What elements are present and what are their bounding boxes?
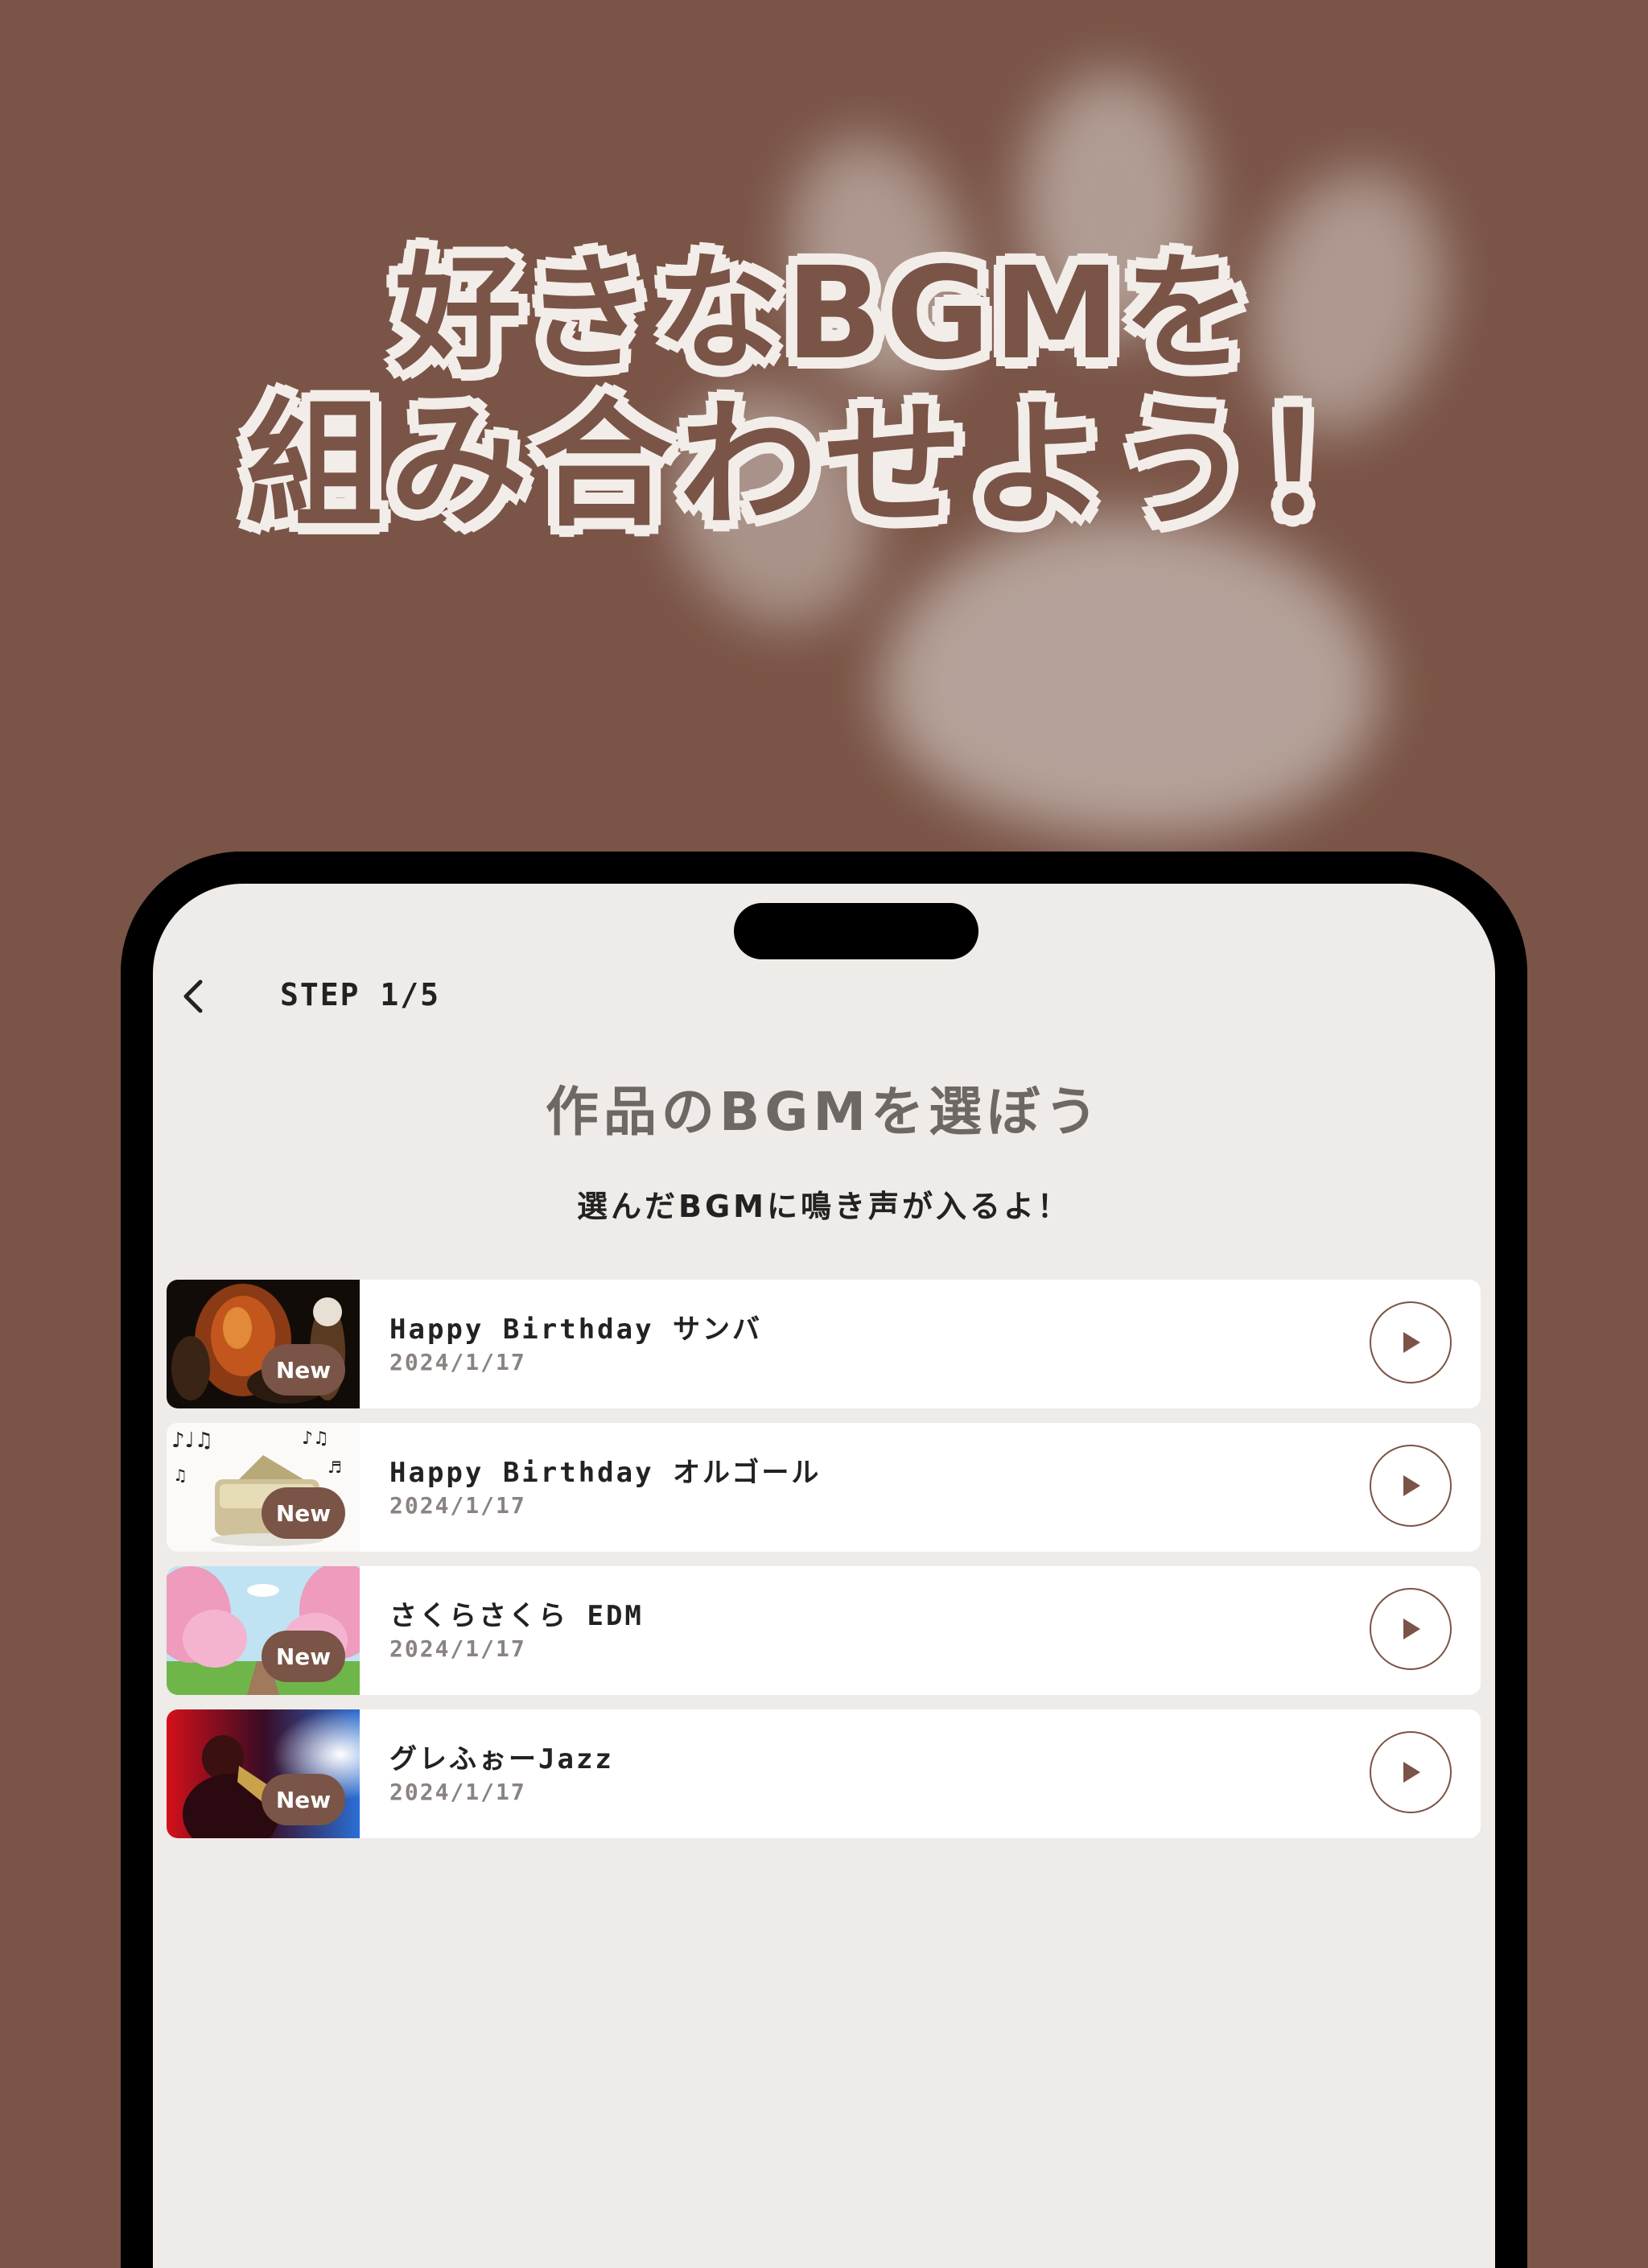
paw-pad xyxy=(881,515,1380,837)
promo-headline: 好きなBGMを 組み合わせよう！ xyxy=(0,241,1648,544)
play-icon xyxy=(1403,1619,1420,1639)
bgm-date: 2024/1/17 xyxy=(389,1492,526,1519)
dynamic-island xyxy=(734,903,978,959)
play-button[interactable] xyxy=(1370,1731,1452,1813)
bgm-list-item[interactable]: New さくらさくら EDM 2024/1/17 xyxy=(167,1566,1481,1695)
headline-line-1: 好きなBGMを xyxy=(394,240,1254,388)
play-button[interactable] xyxy=(1370,1588,1452,1670)
bgm-date: 2024/1/17 xyxy=(389,1779,526,1805)
svg-text:♪♫: ♪♫ xyxy=(302,1429,329,1449)
bgm-list-item[interactable]: New グレふぉーJazz 2024/1/17 xyxy=(167,1709,1481,1838)
bgm-list-item[interactable]: ♪♩♫ ♪♫ ♫ ♬ New Happy Birthday オルゴール 2024… xyxy=(167,1423,1481,1552)
bgm-date: 2024/1/17 xyxy=(389,1349,526,1375)
page-subtitle: 選んだBGMに鳴き声が入るよ！ xyxy=(577,1189,1071,1224)
play-button[interactable] xyxy=(1370,1301,1452,1383)
play-icon xyxy=(1403,1475,1420,1496)
bgm-date: 2024/1/17 xyxy=(389,1635,526,1662)
chevron-left-icon xyxy=(183,979,203,1013)
svg-text:♫: ♫ xyxy=(173,1466,187,1485)
play-icon xyxy=(1403,1762,1420,1783)
new-badge: New xyxy=(262,1487,345,1539)
play-icon xyxy=(1403,1332,1420,1353)
bgm-thumbnail: New xyxy=(167,1566,360,1695)
phone-frame: STEP 1/5 作品のBGMを選ぼう 選んだBGMに鳴き声が入るよ！ New … xyxy=(121,852,1527,2268)
bgm-title: Happy Birthday オルゴール xyxy=(389,1457,822,1489)
svg-text:♬: ♬ xyxy=(328,1458,342,1477)
play-button[interactable] xyxy=(1370,1445,1452,1527)
svg-text:♪♩♫: ♪♩♫ xyxy=(171,1429,213,1453)
back-button[interactable] xyxy=(169,972,217,1021)
new-badge: New xyxy=(262,1631,345,1682)
new-badge: New xyxy=(262,1344,345,1396)
bgm-list: New Happy Birthday サンバ 2024/1/17 ♪♩♫ ♪♫ xyxy=(167,1280,1481,1853)
page-title: 作品のBGMを選ぼう xyxy=(545,1081,1103,1143)
bgm-title: グレふぉーJazz xyxy=(389,1743,614,1775)
new-badge: New xyxy=(262,1774,345,1825)
step-indicator: STEP 1/5 xyxy=(280,977,441,1012)
headline-line-2: 組み合わせよう！ xyxy=(245,384,1403,546)
bgm-list-item[interactable]: New Happy Birthday サンバ 2024/1/17 xyxy=(167,1280,1481,1408)
bgm-title: さくらさくら EDM xyxy=(389,1600,644,1632)
bgm-title: Happy Birthday サンバ xyxy=(389,1313,763,1346)
bgm-thumbnail: New xyxy=(167,1280,360,1408)
bgm-thumbnail: New xyxy=(167,1709,360,1838)
phone-screen: STEP 1/5 作品のBGMを選ぼう 選んだBGMに鳴き声が入るよ！ New … xyxy=(153,884,1495,2268)
bgm-thumbnail: ♪♩♫ ♪♫ ♫ ♬ New xyxy=(167,1423,360,1552)
